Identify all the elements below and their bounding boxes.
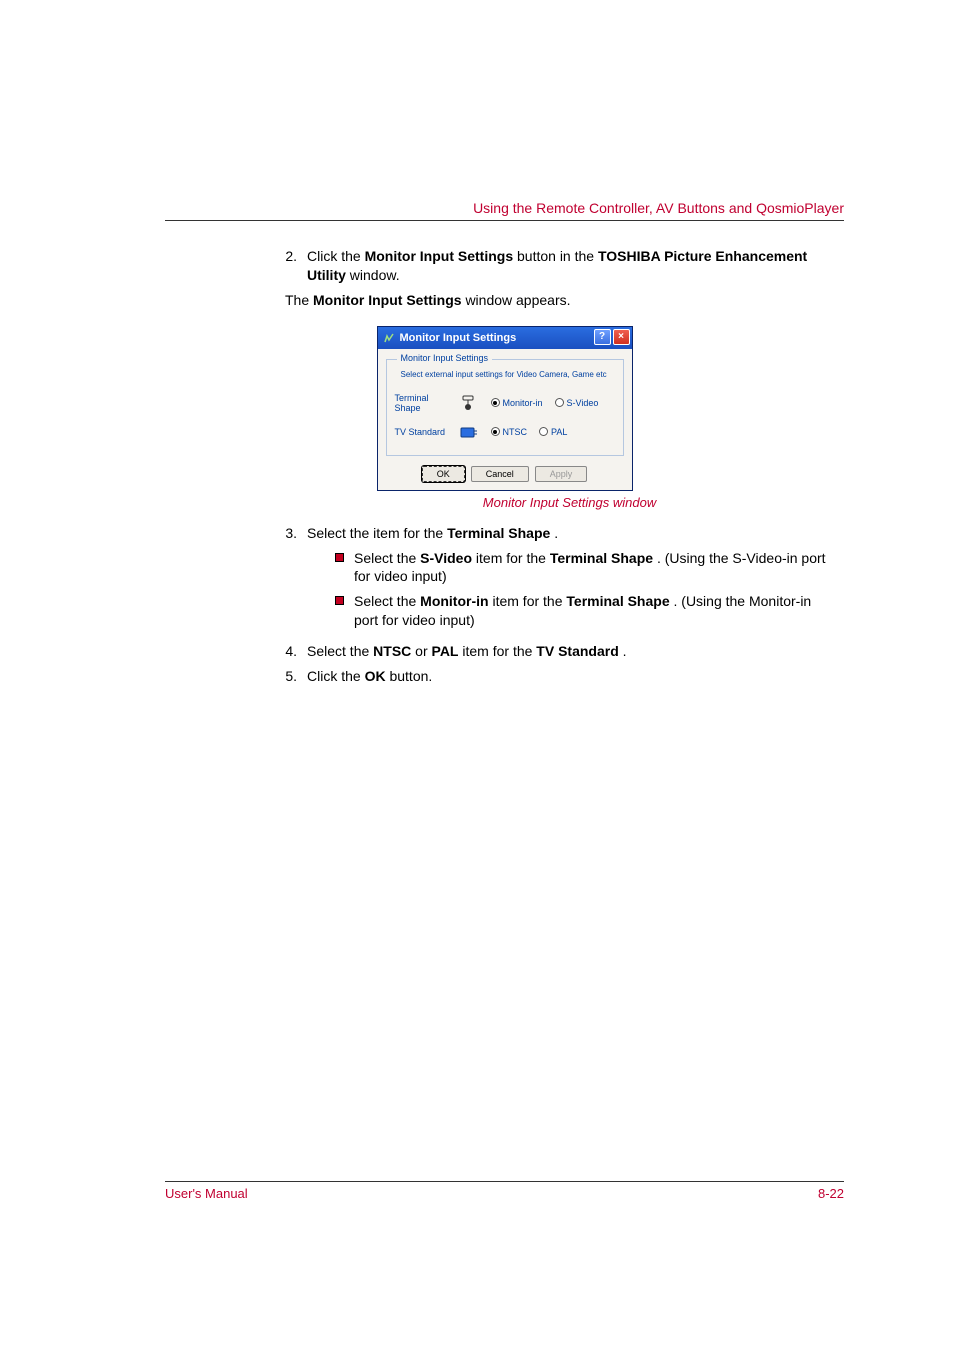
- text: Click the: [307, 248, 365, 264]
- close-button[interactable]: ×: [613, 329, 630, 345]
- text-bold: S-Video: [420, 550, 472, 566]
- label-tv-standard: TV Standard: [395, 427, 457, 437]
- text: item for the: [476, 550, 550, 566]
- row-tv-standard: TV Standard NTSC: [395, 425, 615, 439]
- radios-tv: NTSC PAL: [491, 427, 568, 437]
- footer-page-number: 8-22: [818, 1186, 844, 1201]
- label-terminal-shape: Terminal Shape: [395, 393, 457, 413]
- titlebar-buttons: ? ×: [594, 329, 630, 345]
- step-body: Select the NTSC or PAL item for the TV S…: [307, 642, 834, 661]
- text: button in the: [517, 248, 598, 264]
- text-bold: Terminal Shape: [447, 525, 550, 541]
- bullet-icon: [335, 596, 344, 605]
- tv-icon: [457, 425, 481, 439]
- step-number: 4.: [285, 642, 307, 661]
- page-footer: User's Manual 8-22: [165, 1181, 844, 1201]
- radio-dot-icon: [555, 398, 564, 407]
- text-bold: Monitor Input Settings: [365, 248, 514, 264]
- bullet-item: Select the Monitor-in item for the Termi…: [335, 592, 834, 630]
- footer-manual-name: User's Manual: [165, 1186, 248, 1201]
- step-4: 4. Select the NTSC or PAL item for the T…: [285, 642, 834, 661]
- group-description: Select external input settings for Video…: [401, 370, 615, 379]
- radio-monitor-in[interactable]: Monitor-in: [491, 398, 543, 408]
- radio-label: S-Video: [567, 398, 599, 408]
- radio-label: Monitor-in: [503, 398, 543, 408]
- group-box: Monitor Input Settings Select external i…: [386, 359, 624, 456]
- step-body: Select the item for the Terminal Shape .…: [307, 524, 834, 636]
- radio-s-video[interactable]: S-Video: [555, 398, 599, 408]
- step-number: 3.: [285, 524, 307, 636]
- text: Click the: [307, 668, 365, 684]
- row-terminal-shape: Terminal Shape Monitor-in: [395, 393, 615, 413]
- text-bold: Monitor-in: [420, 593, 488, 609]
- text: .: [554, 525, 558, 541]
- step-5: 5. Click the OK button.: [285, 667, 834, 686]
- text: window appears.: [465, 292, 570, 308]
- step-number: 5.: [285, 667, 307, 686]
- text: item for the: [462, 643, 536, 659]
- chapter-header: Using the Remote Controller, AV Buttons …: [165, 200, 844, 221]
- radio-label: PAL: [551, 427, 567, 437]
- dialog-body: Monitor Input Settings Select external i…: [378, 349, 632, 490]
- figure-caption: Monitor Input Settings window: [295, 495, 844, 510]
- text: Select the: [354, 593, 420, 609]
- text: window.: [350, 267, 400, 283]
- text: or: [415, 643, 431, 659]
- step-list: 3. Select the item for the Terminal Shap…: [285, 524, 834, 686]
- text: Select the item for the: [307, 525, 447, 541]
- text: .: [623, 643, 627, 659]
- text-bold: Monitor Input Settings: [313, 292, 462, 308]
- dialog-window: Monitor Input Settings ? × Monitor Input…: [377, 326, 633, 491]
- step-3: 3. Select the item for the Terminal Shap…: [285, 524, 834, 636]
- ok-button[interactable]: OK: [422, 466, 465, 482]
- text-bold: TV Standard: [536, 643, 618, 659]
- dialog-titlebar: Monitor Input Settings ? ×: [378, 327, 632, 349]
- text: Select the: [354, 550, 420, 566]
- radio-dot-icon: [491, 427, 500, 436]
- radio-dot-icon: [539, 427, 548, 436]
- help-button[interactable]: ?: [594, 329, 611, 345]
- text-bold: Terminal Shape: [566, 593, 669, 609]
- app-icon: [382, 331, 396, 345]
- bullet-list: Select the S-Video item for the Terminal…: [335, 549, 834, 631]
- bullet-body: Select the S-Video item for the Terminal…: [354, 549, 834, 587]
- bullet-item: Select the S-Video item for the Terminal…: [335, 549, 834, 587]
- text-bold: OK: [365, 668, 386, 684]
- dialog-title: Monitor Input Settings: [400, 332, 517, 344]
- text: button.: [389, 668, 432, 684]
- radios-terminal: Monitor-in S-Video: [491, 398, 599, 408]
- step-2: 2. Click the Monitor Input Settings butt…: [285, 247, 834, 285]
- bullet-body: Select the Monitor-in item for the Termi…: [354, 592, 834, 630]
- text: Select the: [307, 643, 373, 659]
- text-bold: Terminal Shape: [550, 550, 653, 566]
- step-list: 2. Click the Monitor Input Settings butt…: [285, 247, 834, 285]
- apply-button[interactable]: Apply: [535, 466, 588, 482]
- dialog-button-row: OK Cancel Apply: [386, 466, 624, 482]
- step-number: 2.: [285, 247, 307, 285]
- step-body: Click the Monitor Input Settings button …: [307, 247, 834, 285]
- radio-label: NTSC: [503, 427, 528, 437]
- group-title: Monitor Input Settings: [397, 353, 493, 363]
- cancel-button[interactable]: Cancel: [471, 466, 529, 482]
- radio-ntsc[interactable]: NTSC: [491, 427, 528, 437]
- text: item for the: [492, 593, 566, 609]
- bullet-icon: [335, 553, 344, 562]
- connector-icon: [457, 395, 481, 411]
- text: The: [285, 292, 313, 308]
- step-followup: The Monitor Input Settings window appear…: [285, 291, 834, 310]
- step-body: Click the OK button.: [307, 667, 834, 686]
- radio-dot-icon: [491, 398, 500, 407]
- text-bold: NTSC: [373, 643, 411, 659]
- text-bold: PAL: [432, 643, 459, 659]
- radio-pal[interactable]: PAL: [539, 427, 567, 437]
